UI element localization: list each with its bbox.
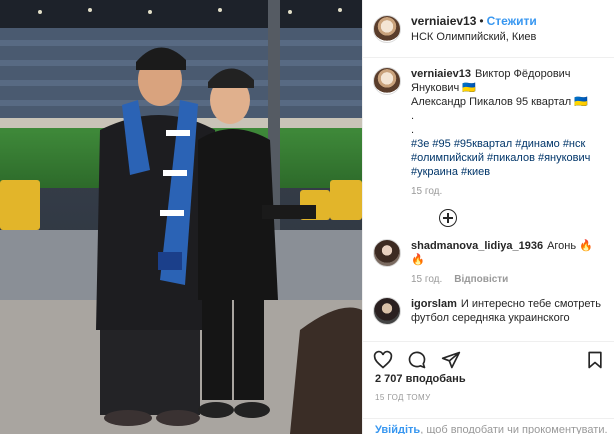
caption-line-4: . [411,124,415,136]
comment-meta: 15 год. Відповісти [411,273,605,287]
caption-hashtags[interactable]: #3е #95 #95квартал #динамо #нск #олимпий… [411,137,605,179]
load-more-comments-icon[interactable] [439,209,457,227]
post-side-panel: verniaiev13 • Стежити НСК Олимпийский, К… [362,0,614,434]
caption-username[interactable]: verniaiev13 [411,68,471,80]
separator-dot: • [479,13,484,28]
instagram-post: verniaiev13 • Стежити НСК Олимпийский, К… [0,0,614,434]
follow-button[interactable]: Стежити [487,13,537,29]
caption-avatar[interactable] [373,67,401,95]
caption-line-3: . [411,110,415,122]
comment-item: shadmanova_lidiya_1936 Агонь 🔥🔥 15 год. В… [373,239,605,287]
commenter-avatar[interactable] [373,239,401,267]
action-bar [363,341,614,371]
caption-time[interactable]: 15 год. [411,185,442,199]
commenter-avatar[interactable] [373,297,401,325]
login-prompt-text: , щоб вподобати чи прокоментувати. [420,424,608,434]
comment-time[interactable]: 15 год. [411,273,442,287]
photo-illustration [0,0,362,434]
post-photo[interactable] [0,0,362,434]
header-line: verniaiev13 • Стежити [411,13,537,29]
bookmark-icon[interactable] [585,350,605,370]
login-prompt: Увійдіть, щоб вподобати чи прокоментуват… [363,418,614,434]
login-link[interactable]: Увійдіть [375,424,420,434]
comment-item: igorslam И интересно тебе смотреть футбол… [373,297,605,325]
heart-icon[interactable] [373,350,393,370]
comment-icon[interactable] [407,350,427,370]
caption-item: verniaiev13 Виктор Фёдорович Янукович 🇺🇦 … [373,67,605,199]
author-username[interactable]: verniaiev13 [411,13,476,29]
comment-username[interactable]: igorslam [411,298,457,310]
comment-body: igorslam И интересно тебе смотреть футбол… [411,297,605,325]
post-header: verniaiev13 • Стежити НСК Олимпийский, К… [363,0,614,58]
author-avatar[interactable] [373,14,401,43]
caption-meta: 15 год. [411,185,605,199]
comment-username[interactable]: shadmanova_lidiya_1936 [411,240,543,252]
likes-count[interactable]: 2 707 вподобань [375,373,466,385]
share-icon[interactable] [441,350,461,370]
caption-line-2: Александр Пикалов 95 квартал 🇺🇦 [411,96,588,108]
reply-button[interactable]: Відповісти [454,273,508,287]
comments-list[interactable]: verniaiev13 Виктор Фёдорович Янукович 🇺🇦 … [363,59,614,339]
location-link[interactable]: НСК Олимпийский, Киев [411,29,537,45]
header-text: verniaiev13 • Стежити НСК Олимпийский, К… [411,13,537,45]
caption-body: verniaiev13 Виктор Фёдорович Янукович 🇺🇦 … [411,67,605,199]
comment-body: shadmanova_lidiya_1936 Агонь 🔥🔥 15 год. В… [411,239,605,287]
post-date[interactable]: 15 ГОД ТОМУ [375,393,431,402]
